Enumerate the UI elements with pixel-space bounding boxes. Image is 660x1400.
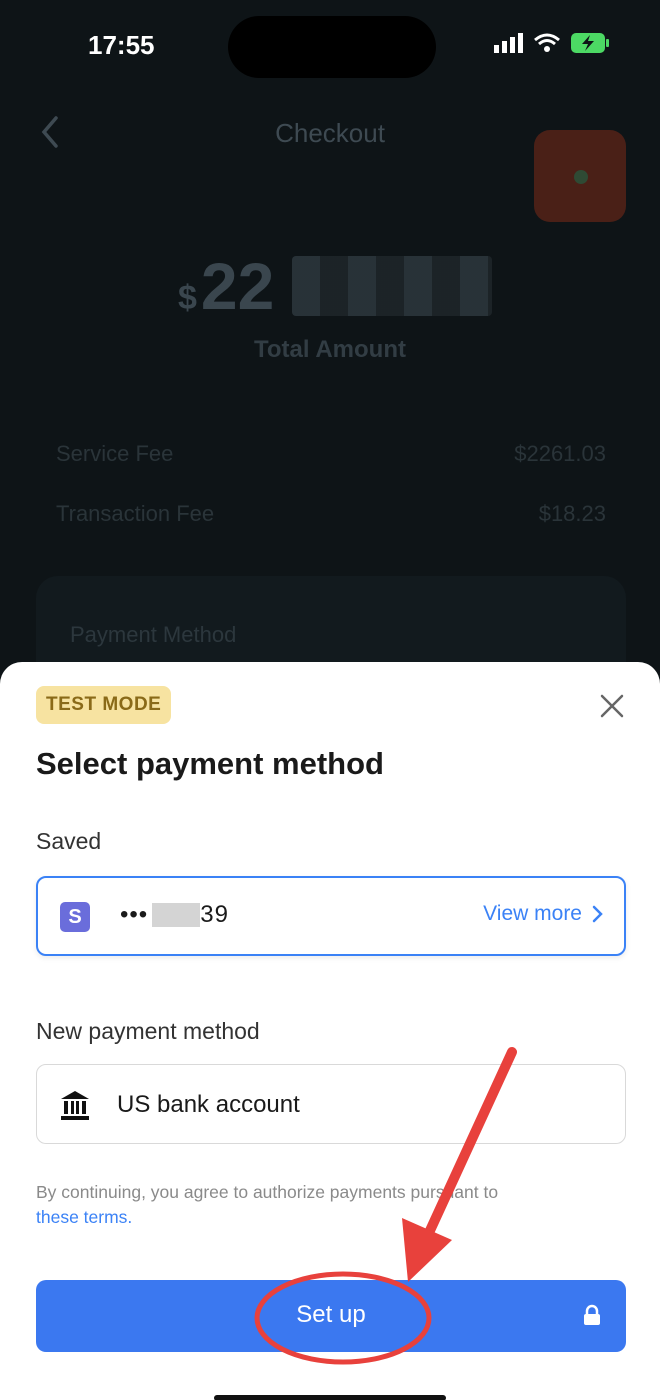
masked-account-number: ••• 39 xyxy=(120,901,229,929)
masked-last-digits: 39 xyxy=(200,901,229,928)
terms-link[interactable]: these terms. xyxy=(36,1207,132,1227)
set-up-button[interactable]: Set up xyxy=(36,1280,626,1352)
fee-value: $2261.03 xyxy=(514,441,606,466)
us-bank-account-option[interactable]: US bank account xyxy=(36,1064,626,1144)
saved-payment-method[interactable]: S ••• 39 View more xyxy=(36,876,626,956)
sheet-title: Select payment method xyxy=(36,746,384,781)
amount-currency: $ xyxy=(178,279,197,317)
dot-icon xyxy=(574,170,588,184)
number-redaction xyxy=(152,903,201,927)
amount-redaction xyxy=(292,256,492,316)
payment-sheet: TEST MODE Select payment method Saved S … xyxy=(0,662,660,1400)
fee-row-transaction: Transaction Fee $18.23 xyxy=(56,501,606,527)
signal-icon xyxy=(494,33,523,53)
fee-row-service: Service Fee $2261.03 xyxy=(56,441,606,467)
chevron-right-icon xyxy=(592,905,603,923)
bank-icon xyxy=(61,1091,89,1120)
lock-icon xyxy=(584,1304,600,1325)
new-method-label: New payment method xyxy=(36,1018,260,1044)
saved-section-label: Saved xyxy=(36,828,102,854)
fee-label: Service Fee xyxy=(56,441,174,466)
view-more-link[interactable]: View more xyxy=(483,902,604,926)
dynamic-island xyxy=(228,16,436,78)
total-amount: $ 22 xyxy=(178,248,274,324)
phone-screen: 17:55 Checkout $ 22 Total Amount Service… xyxy=(0,0,660,1400)
stripe-logo-icon: S xyxy=(60,902,90,932)
terms-body: By continuing, you agree to authorize pa… xyxy=(36,1182,499,1202)
status-time: 17:55 xyxy=(88,30,155,60)
total-amount-label: Total Amount xyxy=(254,336,406,363)
fee-value: $18.23 xyxy=(538,501,606,526)
fee-label: Transaction Fee xyxy=(56,501,215,526)
home-indicator xyxy=(214,1395,446,1400)
payment-method-label: Payment Method xyxy=(70,622,237,647)
terms-text: By continuing, you agree to authorize pa… xyxy=(36,1180,616,1230)
view-more-label: View more xyxy=(483,902,582,925)
set-up-label: Set up xyxy=(296,1301,366,1328)
masked-dots: ••• xyxy=(120,901,149,928)
header-action-button[interactable] xyxy=(534,130,626,222)
amount-value: 22 xyxy=(200,249,275,323)
wifi-icon xyxy=(534,33,560,52)
battery-icon xyxy=(571,33,609,53)
status-icons xyxy=(494,32,610,54)
close-icon[interactable] xyxy=(598,692,626,720)
bank-option-label: US bank account xyxy=(117,1091,300,1118)
test-mode-badge: TEST MODE xyxy=(36,686,172,724)
